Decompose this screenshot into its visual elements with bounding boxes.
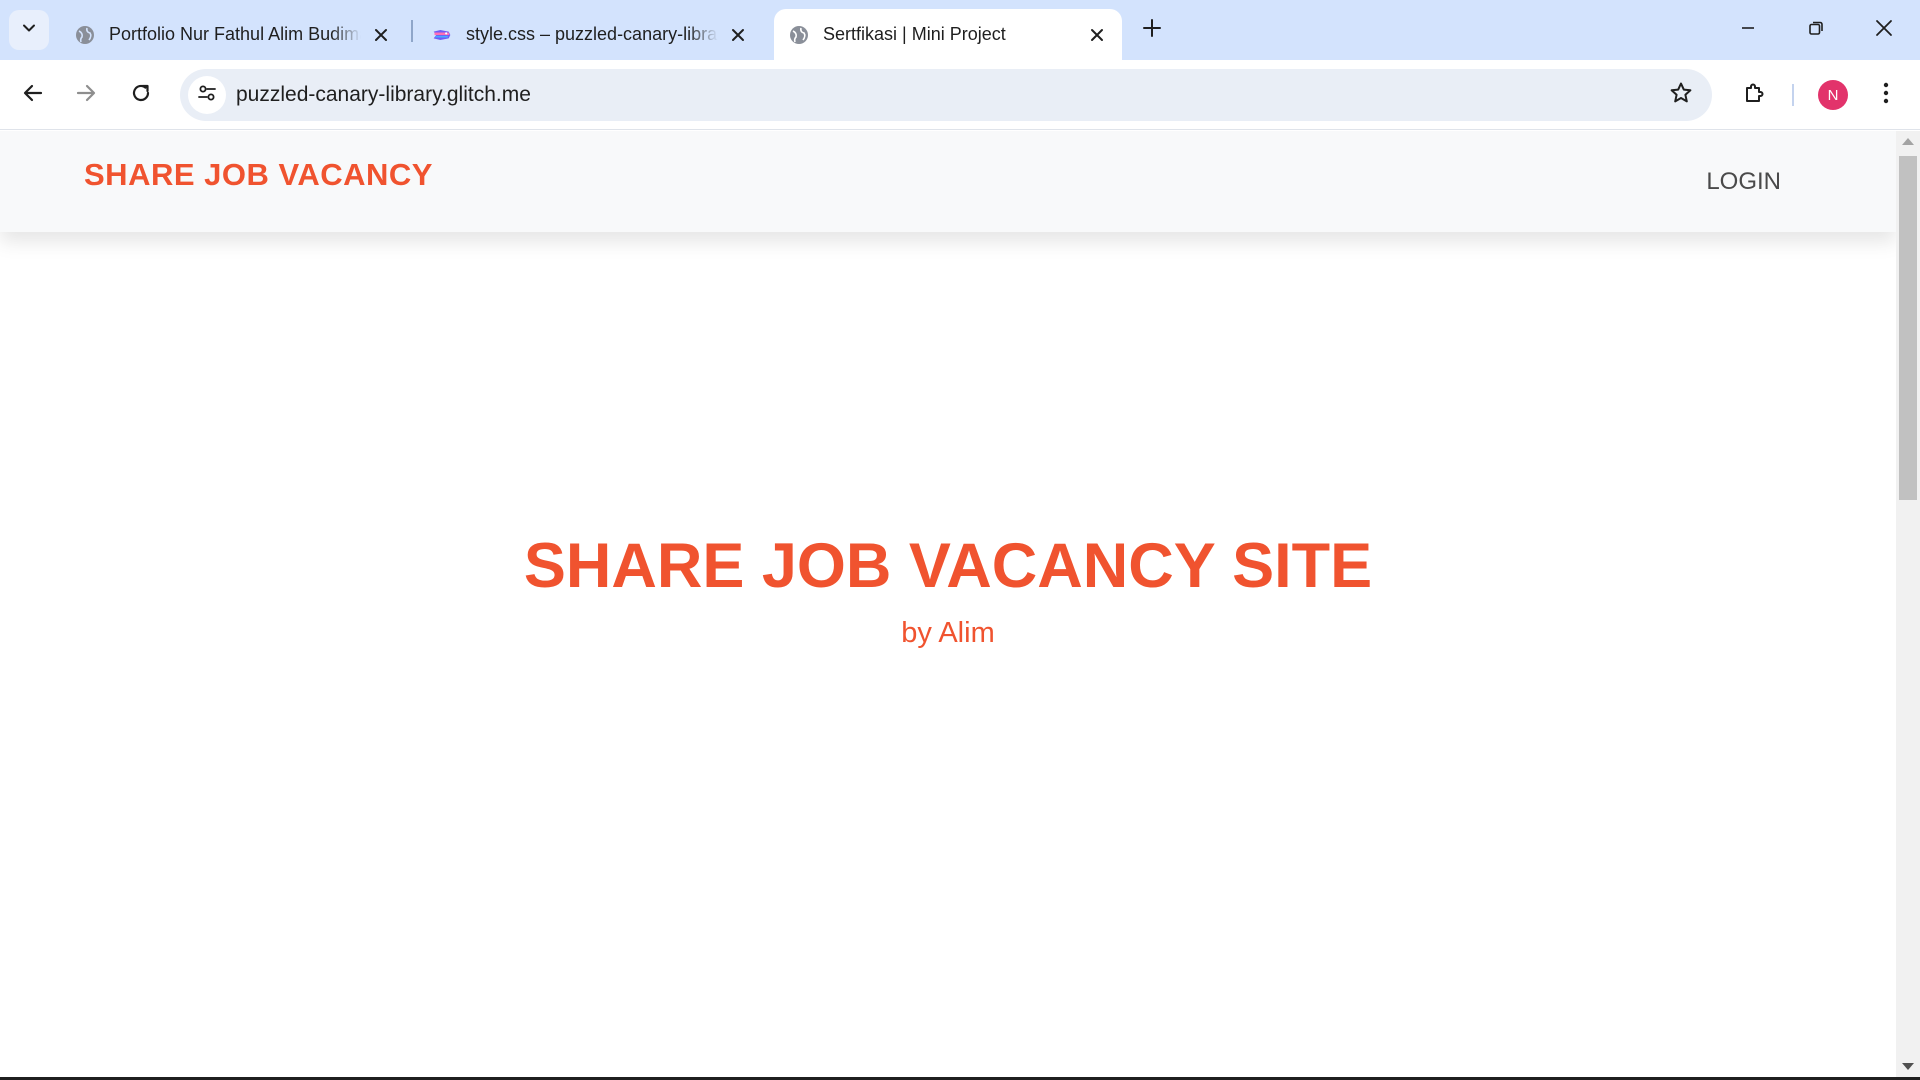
plus-icon [1143, 18, 1161, 42]
profile-avatar[interactable]: N [1818, 80, 1848, 110]
bookmark-star-button[interactable] [1668, 82, 1694, 108]
hero-title: SHARE JOB VACANCY SITE [523, 531, 1373, 601]
minimize-button[interactable] [1714, 0, 1782, 60]
extensions-button[interactable] [1737, 77, 1773, 113]
chevron-down-icon [21, 20, 37, 41]
scroll-down-arrow-icon[interactable] [1902, 1063, 1914, 1070]
tab-style-css[interactable]: style.css – puzzled-canary-library [417, 9, 763, 60]
tab-separator [411, 20, 413, 42]
close-icon[interactable] [370, 24, 392, 46]
tab-portfolio[interactable]: Portfolio Nur Fathul Alim Budiman [60, 9, 406, 60]
close-window-button[interactable] [1850, 0, 1918, 60]
tab-strip: Portfolio Nur Fathul Alim Budiman style.… [0, 0, 1920, 60]
tab-sertifikasi-active[interactable]: Sertfikasi | Mini Project [774, 9, 1122, 60]
back-button[interactable] [15, 77, 51, 113]
new-tab-button[interactable] [1136, 14, 1168, 46]
tab-title: Sertfikasi | Mini Project [823, 24, 1006, 44]
tab-search-button[interactable] [9, 10, 49, 50]
more-vert-icon [1883, 82, 1889, 109]
arrow-left-icon [22, 82, 44, 109]
tab-title: Portfolio Nur Fathul Alim Budiman [109, 24, 361, 44]
site-info-button[interactable] [188, 76, 226, 114]
page-viewport: SHARE JOB VACANCY LOGIN SHARE JOB VACANC… [0, 131, 1896, 1077]
url-text[interactable]: puzzled-canary-library.glitch.me [236, 83, 531, 107]
arrow-right-icon [75, 82, 97, 109]
puzzle-icon [1743, 81, 1767, 110]
restore-icon [1808, 20, 1824, 41]
toolbar-separator [1792, 84, 1794, 106]
close-icon[interactable] [1086, 24, 1108, 46]
globe-icon [75, 25, 95, 45]
forward-button[interactable] [68, 77, 104, 113]
glitch-fish-icon [432, 25, 452, 45]
page-scrollbar[interactable] [1896, 131, 1920, 1077]
hero-subtitle: by Alim [901, 617, 995, 649]
browser-toolbar: puzzled-canary-library.glitch.me N [0, 60, 1920, 130]
scroll-up-arrow-icon[interactable] [1902, 138, 1914, 145]
browser-menu-button[interactable] [1868, 77, 1904, 113]
close-icon [1875, 19, 1893, 42]
tune-icon [196, 82, 218, 109]
reload-icon [130, 82, 152, 109]
globe-icon [789, 25, 809, 45]
login-link[interactable]: LOGIN [1706, 168, 1781, 196]
reload-button[interactable] [123, 77, 159, 113]
close-icon[interactable] [727, 24, 749, 46]
address-bar[interactable]: puzzled-canary-library.glitch.me [180, 69, 1712, 121]
tab-title: style.css – puzzled-canary-library [466, 24, 718, 44]
star-icon [1669, 81, 1693, 110]
site-navbar: SHARE JOB VACANCY LOGIN [0, 131, 1896, 232]
scrollbar-thumb[interactable] [1899, 156, 1917, 500]
site-brand-link[interactable]: SHARE JOB VACANCY [84, 157, 433, 193]
minimize-icon [1740, 20, 1756, 41]
restore-button[interactable] [1782, 0, 1850, 60]
